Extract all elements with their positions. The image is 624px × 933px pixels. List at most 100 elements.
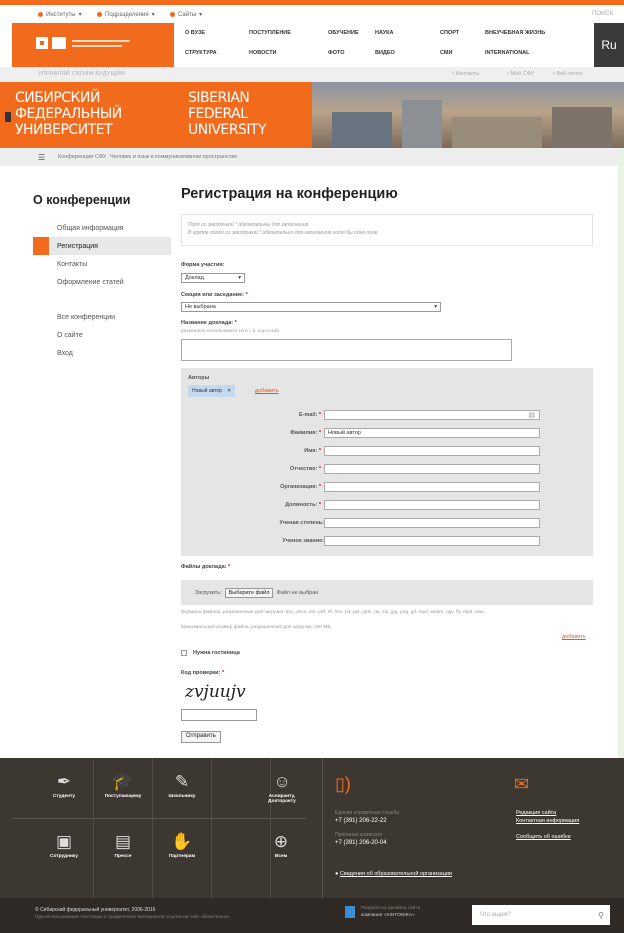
patronymic-field[interactable] [324,464,540,474]
close-icon[interactable]: ✕ [227,388,231,394]
add-author-link[interactable]: добавить [255,388,279,394]
breadcrumb: ☰ Конференции СФУ › Человек и язык в ком… [0,148,624,166]
form-type-label: Форма участия: [181,262,224,268]
developer-logo-icon[interactable] [345,906,355,918]
footer-divider [12,818,306,819]
top-search-link[interactable]: ПОИСК [592,11,613,17]
menu-icon[interactable]: ☰ [38,153,45,162]
report-title-hint: разрешено использовать теги i, b, sup и … [181,329,279,334]
menu-science[interactable]: НАУКА [375,30,394,36]
sidebar-item-contacts[interactable]: Контакты [33,255,171,273]
org-info-link[interactable]: ● Сведения об образовательной организаци… [335,871,452,877]
menu-video[interactable]: ВИДЕО [375,50,395,56]
sidebar-item-login[interactable]: Вход [33,344,171,362]
degree-field[interactable] [324,518,540,528]
report-error-link[interactable]: Сообщить об ошибке [516,834,571,840]
sfu-logo[interactable] [12,23,174,67]
footer-press[interactable]: ▤ Прессе [94,830,152,859]
sidebar-item-label: Вход [57,349,73,357]
footer-all[interactable]: ⊕ Всем [252,830,310,859]
menu-about[interactable]: О ВУЗЕ [185,30,205,36]
field-label: Отчество: [289,466,318,472]
dot-icon [97,12,102,17]
label-text: Код проверки: [181,670,221,676]
footer-schoolchild[interactable]: ✎ Школьнику [153,770,211,799]
position-field[interactable] [324,500,540,510]
field-label: Фамилия: [290,430,318,436]
editorial-link[interactable]: Редакция сайта [516,810,556,816]
add-file-link[interactable]: добавить [562,634,586,640]
footer-student[interactable]: ✒ Студенту [35,770,93,799]
section-label: Секция или заседание: * [181,292,248,298]
name-field[interactable] [324,446,540,456]
admission-phone[interactable]: +7 (391) 206-20-04 [335,840,387,846]
page-title: Регистрация на конференцию [181,186,398,202]
subbar-my-sfu[interactable]: • Мой СФУ [507,71,534,77]
menu-international[interactable]: INTERNATIONAL [485,50,530,56]
sidebar-item-registration[interactable]: Регистрация [33,237,171,255]
footer-item-label: Партнерам [168,854,196,859]
banner-line: SIBERIAN [188,90,250,106]
subbar: УПРАВЛЯЙ СВОИМ БУДУЩИМ • Контакты • Мой … [0,67,624,82]
menu-education[interactable]: ОБУЧЕНИЕ [328,30,359,36]
footer-postgraduate[interactable]: ☺ Аспиранту, Докторанту [257,770,307,804]
choose-file-button[interactable]: Выберите файл [224,587,274,598]
email-field[interactable]: ▤ [324,410,540,420]
menu-structure[interactable]: СТРУКТУРА [185,50,217,56]
author-tag[interactable]: Новый автор ✕ [188,385,236,397]
hotel-checkbox[interactable] [181,650,187,656]
label-text: Форма участия: [181,262,225,268]
report-title-textarea[interactable] [181,339,512,361]
menu-admission[interactable]: ПОСТУПЛЕНИЕ [249,30,291,36]
help-phone[interactable]: +7 (391) 206-22-22 [335,818,387,824]
subbar-contacts[interactable]: • Контакты [452,71,479,77]
topnav-institutes[interactable]: Институты ▾ [38,11,82,18]
menu-photo[interactable]: ФОТО [328,50,344,56]
sidebar-item-general[interactable]: Общая информация [33,219,171,237]
banner-side-tab[interactable] [5,112,11,122]
menu-sport[interactable]: СПОРТ [440,30,459,36]
footer-item-label: Поступающему [104,794,142,799]
developer-name[interactable]: компания «SINTONIKA» [361,913,415,918]
academic-title-field[interactable] [324,536,540,546]
menu-news[interactable]: НОВОСТИ [249,50,277,56]
link-label: добавить [562,634,586,640]
search-icon[interactable]: ⚲ [598,911,604,920]
footer-partners[interactable]: ✋ Партнерам [153,830,211,859]
sidebar-item-about-site[interactable]: О сайте [33,326,171,344]
subbar-link-label: Веб-почта [556,71,583,77]
menu-student-life[interactable]: ВНЕУЧЕБНАЯ ЖИЗНЬ [485,30,545,36]
footer-item-label: Прессе [114,854,132,859]
handshake-icon: ✋ [171,832,193,851]
surname-field[interactable]: Новый автор [324,428,540,438]
banner-line: УНИВЕРСИТЕТ [15,122,113,138]
topnav-sites[interactable]: Сайты ▾ [170,11,202,18]
field-label: Должность: [285,502,318,508]
sidebar-item-formatting[interactable]: Оформление статей [33,273,171,291]
footer-employee[interactable]: ▣ Сотруднику [35,830,93,859]
topnav-departments[interactable]: Подразделения ▾ [97,11,155,18]
banner-title-en: SIBERIAN FEDERAL UNIVERSITY [188,90,267,138]
form-type-select[interactable]: Доклад ▾ [181,273,245,283]
sidebar-item-all-conferences[interactable]: Все конференции [33,308,171,326]
section-select[interactable]: Не выбрана ▾ [181,302,441,312]
degree-row: Ученая степень: [181,518,593,528]
subbar-webmail[interactable]: • Веб-почта [553,71,582,77]
field-label: Имя: [304,448,318,454]
submit-button[interactable]: Отправить [181,731,221,743]
subbar-link-label: Мой СФУ [510,71,535,77]
email-row: E-mail: * ▤ [181,410,593,420]
contacts-link[interactable]: Контактная информация [516,818,579,824]
organization-field[interactable] [324,482,540,492]
banner-line: ФЕДЕРАЛЬНЫЙ [15,106,122,122]
menu-media[interactable]: СМИ [440,50,452,56]
footer-search[interactable]: Что ищем? ⚲ [472,905,610,925]
topnav-label: Подразделения [105,11,149,18]
footer-applicant[interactable]: 🎓 Поступающему [94,770,152,799]
note-line: Поля со звёздочкой * обязательны для зап… [188,222,310,228]
language-switch[interactable]: Ru [594,23,624,67]
chevron-down-icon: ▾ [238,275,241,281]
campus-photo [312,82,624,148]
captcha-input[interactable] [181,709,257,721]
head-icon: ☺ [273,772,291,791]
